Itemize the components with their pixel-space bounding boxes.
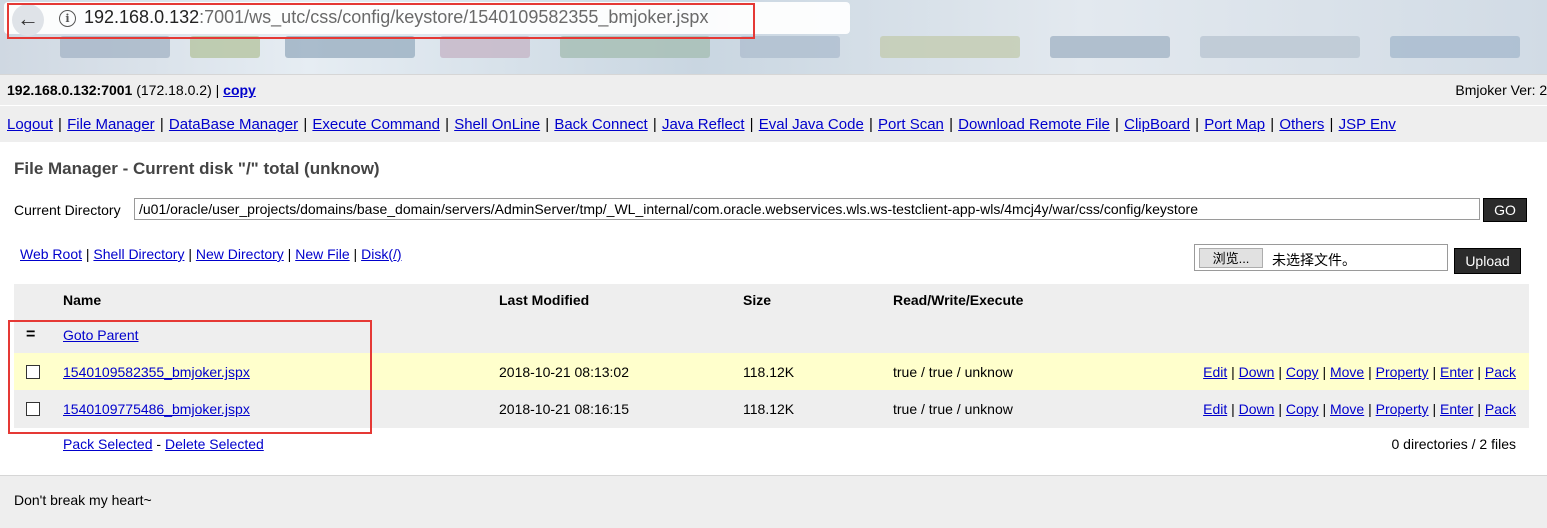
url-text[interactable]: 192.168.0.132:7001/ws_utc/css/config/key… <box>84 7 708 28</box>
back-arrow-icon[interactable]: ← <box>12 4 44 36</box>
file-operations: Edit | Down | Copy | Move | Property | E… <box>1203 364 1516 380</box>
parent-folder-icon: = <box>26 326 36 343</box>
directory-actions: Web Root | Shell Directory | New Directo… <box>20 246 402 262</box>
blurred-region <box>1390 36 1520 58</box>
blurred-region <box>740 36 840 58</box>
parent-row: = Goto Parent <box>14 318 1529 353</box>
down-link[interactable]: Down <box>1239 364 1275 380</box>
page-title: File Manager - Current disk "/" total (u… <box>14 159 380 178</box>
url-path: :7001/ws_utc/css/config/keystore/1540109… <box>199 7 709 27</box>
file-operations: Edit | Down | Copy | Move | Property | E… <box>1203 401 1516 417</box>
url-host: 192.168.0.132 <box>84 7 200 27</box>
file-count-summary: 0 directories / 2 files <box>1391 436 1517 452</box>
current-directory-input[interactable] <box>134 198 1480 220</box>
new-directory-link[interactable]: New Directory <box>196 246 284 262</box>
nav-database-manager[interactable]: DataBase Manager <box>169 116 298 133</box>
new-file-link[interactable]: New File <box>295 246 349 262</box>
info-icon[interactable]: i <box>59 10 76 27</box>
pack-selected-link[interactable]: Pack Selected <box>63 436 153 452</box>
disk-link[interactable]: Disk(/) <box>361 246 401 262</box>
nav-file-manager[interactable]: File Manager <box>67 116 155 133</box>
shell-directory-link[interactable]: Shell Directory <box>93 246 184 262</box>
blurred-region <box>880 36 1020 58</box>
nav-port-scan[interactable]: Port Scan <box>878 116 944 133</box>
address-bar[interactable]: ← i 192.168.0.132:7001/ws_utc/css/config… <box>4 2 850 36</box>
file-modified: 2018-10-21 08:16:15 <box>499 401 629 417</box>
file-modified: 2018-10-21 08:13:02 <box>499 364 629 380</box>
table-header: Name Last Modified Size Read/Write/Execu… <box>14 284 1529 318</box>
nav-port-map[interactable]: Port Map <box>1204 116 1265 133</box>
column-header-name: Name <box>63 292 102 308</box>
down-link[interactable]: Down <box>1239 401 1275 417</box>
move-link[interactable]: Move <box>1330 401 1364 417</box>
browse-button[interactable]: 浏览... <box>1199 248 1263 268</box>
file-size: 118.12K <box>743 364 795 380</box>
table-row: 1540109775486_bmjoker.jspx 2018-10-21 08… <box>14 390 1529 428</box>
property-link[interactable]: Property <box>1376 364 1429 380</box>
file-permissions: true / true / unknow <box>893 364 1013 380</box>
enter-link[interactable]: Enter <box>1440 364 1473 380</box>
nav-java-reflect[interactable]: Java Reflect <box>662 116 745 133</box>
bulk-actions: Pack Selected - Delete Selected <box>63 436 264 452</box>
host-bar: 192.168.0.132:7001 (172.18.0.2) | copy B… <box>0 74 1547 105</box>
enter-link[interactable]: Enter <box>1440 401 1473 417</box>
nav-eval-java-code[interactable]: Eval Java Code <box>759 116 864 133</box>
version-label: Bmjoker Ver: 20 <box>1455 82 1547 98</box>
blurred-region <box>1050 36 1170 58</box>
column-header-permissions: Read/Write/Execute <box>893 292 1024 308</box>
file-size: 118.12K <box>743 401 795 417</box>
edit-link[interactable]: Edit <box>1203 364 1227 380</box>
host-address: 192.168.0.132:7001 <box>7 82 133 98</box>
copy-file-link[interactable]: Copy <box>1286 401 1319 417</box>
column-header-last-modified: Last Modified <box>499 292 590 308</box>
blurred-region <box>440 36 530 58</box>
file-picker[interactable]: 浏览... 未选择文件。 <box>1194 244 1448 271</box>
move-link[interactable]: Move <box>1330 364 1364 380</box>
nav-logout[interactable]: Logout <box>7 116 53 133</box>
blurred-region <box>1200 36 1360 58</box>
file-manager-panel: File Manager - Current disk "/" total (u… <box>0 142 1547 475</box>
property-link[interactable]: Property <box>1376 401 1429 417</box>
nav-shell-online[interactable]: Shell OnLine <box>454 116 540 133</box>
no-file-selected-text: 未选择文件。 <box>1272 252 1356 268</box>
current-directory-label: Current Directory <box>14 202 121 218</box>
footer-text: Don't break my heart~ <box>14 492 152 508</box>
table-row: 1540109582355_bmjoker.jspx 2018-10-21 08… <box>14 353 1529 390</box>
web-root-link[interactable]: Web Root <box>20 246 82 262</box>
blurred-region <box>60 36 170 58</box>
file-name-link[interactable]: 1540109775486_bmjoker.jspx <box>63 401 250 417</box>
edit-link[interactable]: Edit <box>1203 401 1227 417</box>
nav-execute-command[interactable]: Execute Command <box>312 116 440 133</box>
host-internal-ip: (172.18.0.2) <box>136 82 212 98</box>
nav-back-connect[interactable]: Back Connect <box>554 116 647 133</box>
blurred-region <box>285 36 415 58</box>
page-footer: Don't break my heart~ <box>0 475 1547 528</box>
nav-links: Logout | File Manager | DataBase Manager… <box>7 116 1396 133</box>
row-checkbox[interactable] <box>26 365 40 379</box>
pack-link[interactable]: Pack <box>1485 364 1516 380</box>
column-header-size: Size <box>743 292 772 308</box>
nav-jsp-env[interactable]: JSP Env <box>1339 116 1396 133</box>
delete-selected-link[interactable]: Delete Selected <box>165 436 264 452</box>
copy-link[interactable]: copy <box>223 82 256 98</box>
blurred-region <box>560 36 710 58</box>
host-info: 192.168.0.132:7001 (172.18.0.2) | copy <box>7 82 256 98</box>
main-nav: Logout | File Manager | DataBase Manager… <box>0 105 1547 143</box>
file-name-link[interactable]: 1540109582355_bmjoker.jspx <box>63 364 250 380</box>
go-button[interactable]: GO <box>1483 198 1527 222</box>
nav-download-remote-file[interactable]: Download Remote File <box>958 116 1110 133</box>
copy-file-link[interactable]: Copy <box>1286 364 1319 380</box>
goto-parent-link[interactable]: Goto Parent <box>63 327 139 343</box>
blurred-region <box>190 36 260 58</box>
nav-others[interactable]: Others <box>1279 116 1324 133</box>
browser-chrome: ← i 192.168.0.132:7001/ws_utc/css/config… <box>0 0 1547 74</box>
upload-button[interactable]: Upload <box>1454 248 1521 274</box>
table-footer: Pack Selected - Delete Selected 0 direct… <box>14 428 1529 460</box>
file-permissions: true / true / unknow <box>893 401 1013 417</box>
nav-clipboard[interactable]: ClipBoard <box>1124 116 1190 133</box>
pack-link[interactable]: Pack <box>1485 401 1516 417</box>
row-checkbox[interactable] <box>26 402 40 416</box>
